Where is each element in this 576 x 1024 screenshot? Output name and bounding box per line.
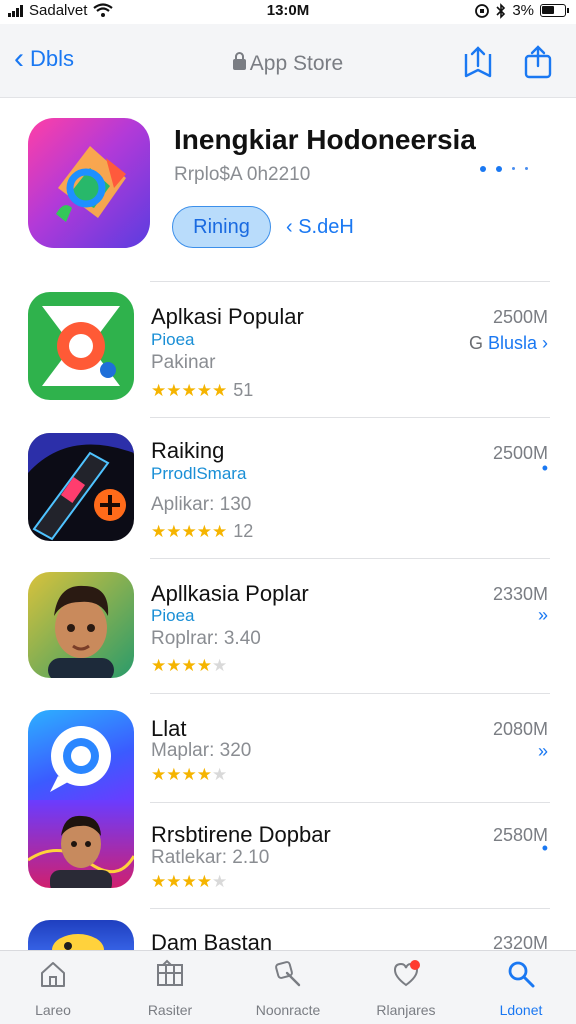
divider: [150, 693, 550, 694]
tab-rasiter[interactable]: Rasiter: [120, 959, 220, 1018]
app-action-1-label: Blusla ›: [487, 333, 548, 353]
app-name-5: Rrsbtirene Dopbar: [151, 822, 331, 847]
divider: [150, 558, 550, 559]
app-meta-4: Maplar: 320: [151, 740, 252, 761]
chat-bubble-icon: [50, 726, 111, 792]
divider: [150, 802, 550, 803]
app-action-3[interactable]: »: [538, 605, 548, 626]
hero-icon-graphic: [56, 146, 126, 222]
app-size-5: 2580M: [492, 825, 548, 845]
app-name-1: Aplkasi Popular: [151, 304, 304, 329]
rating-star-empty: ★: [211, 765, 228, 784]
bluetooth-icon: [496, 2, 506, 19]
tab-label: Rlanjares: [376, 1002, 436, 1018]
get-button[interactable]: Rining: [172, 206, 271, 248]
app-category-2: PrrodlSmara: [151, 464, 247, 483]
app-action-5[interactable]: •: [542, 838, 548, 859]
app-rating-5: ★★★★★: [151, 872, 227, 892]
battery-percent: 3%: [512, 2, 534, 19]
status-bar: Sadalvet 13:0M 3%: [0, 0, 576, 24]
bookmark-share-icon[interactable]: [462, 44, 494, 80]
app-size-1: 2500M: [492, 307, 548, 327]
app-rating-1: ★★★★★ 51: [151, 380, 253, 401]
app-icon-1[interactable]: [28, 292, 134, 400]
share-icon[interactable]: [522, 44, 554, 80]
rating-stars: ★★★★: [151, 656, 212, 675]
app-size-2: 2500M: [492, 443, 548, 463]
chevron-left-small-icon: ‹: [286, 216, 299, 238]
rating-stars: ★★★★: [151, 872, 212, 891]
rating-stars: ★★★★★: [151, 522, 228, 541]
app-size-4: 2080M: [492, 719, 548, 739]
app-icon-3[interactable]: [28, 572, 134, 678]
hero-app-icon[interactable]: [28, 118, 150, 248]
battery-icon: [540, 4, 569, 17]
app-rating-4: ★★★★★: [151, 765, 227, 785]
app-meta-1: Pakinar: [151, 352, 216, 373]
app-icon-4[interactable]: [28, 710, 134, 800]
tab-lareo[interactable]: Lareo: [3, 959, 103, 1018]
orientation-lock-icon: [475, 3, 490, 18]
app-category-1: Pioea: [151, 330, 195, 349]
hero-app-title: Inengkiar Hodoneersia: [174, 124, 476, 155]
divider: [150, 281, 550, 282]
tab-label: Noonracte: [255, 1002, 321, 1018]
share-link-label: S.deH: [298, 216, 354, 238]
app-rating-3: ★★★★★: [151, 656, 227, 676]
divider: [150, 908, 550, 909]
tab-rlanjares[interactable]: Rlanjares: [356, 959, 456, 1018]
rating-count: 51: [233, 380, 254, 400]
tab-label: Lareo: [35, 1002, 71, 1018]
grid-icon: [157, 959, 183, 986]
rating-star-empty: ★: [211, 656, 228, 675]
app-icon-5[interactable]: [28, 800, 134, 888]
home-icon: [41, 962, 65, 987]
tab-label: Ldonet: [499, 1002, 543, 1018]
app-action-1[interactable]: G Blusla ›: [469, 333, 548, 354]
app-meta-2: Aplikar: 130: [151, 494, 252, 515]
app-action-2[interactable]: •: [542, 458, 548, 479]
app-category-3: Pioea: [151, 606, 195, 625]
avatar-man-icon: [28, 815, 134, 888]
more-options-icon[interactable]: [480, 166, 528, 172]
app-action-4[interactable]: »: [538, 741, 548, 762]
rating-stars: ★★★★★: [151, 381, 228, 400]
rating-count: 12: [233, 521, 254, 541]
app-meta-5: Ratlekar: 2.10: [151, 847, 270, 868]
avatar-face-icon: [48, 585, 114, 678]
app-icon-2-graphic: [28, 433, 134, 541]
app-size-3: 2330M: [492, 584, 548, 604]
lock-icon: [232, 52, 246, 70]
nav-title-text: App Store: [249, 52, 344, 75]
status-right: 3%: [474, 2, 569, 19]
hero-app-subtitle: Rrplo$A 0h2210: [174, 164, 311, 185]
app-icon-2[interactable]: [28, 433, 134, 541]
tab-ldonet[interactable]: Ldonet: [471, 959, 571, 1018]
app-icon-1-graphic: [42, 306, 120, 386]
divider: [150, 417, 550, 418]
navigation-bar: ‹ Dbls App Store: [0, 24, 576, 98]
app-name-4: Llat: [151, 716, 187, 741]
tab-noonracte[interactable]: Noonracte: [238, 959, 338, 1018]
app-action-1-prefix: G: [468, 333, 483, 353]
rating-star-empty: ★: [211, 872, 228, 891]
search-glyph-icon: [275, 961, 301, 987]
share-link[interactable]: ‹ S.deH: [286, 216, 354, 239]
app-rating-2: ★★★★★ 12: [151, 521, 253, 542]
app-name-3: Apllkasia Poplar: [151, 581, 309, 606]
search-icon: [508, 961, 535, 988]
app-meta-3: Roplrar: 3.40: [151, 628, 261, 649]
heart-badge-icon: [393, 960, 420, 987]
rating-stars: ★★★★: [151, 765, 212, 784]
tab-bar: Lareo Rasiter Noonracte Rlanjares Ldonet: [0, 950, 576, 1024]
tab-label: Rasiter: [147, 1002, 193, 1018]
app-name-2: Raiking: [151, 438, 225, 463]
